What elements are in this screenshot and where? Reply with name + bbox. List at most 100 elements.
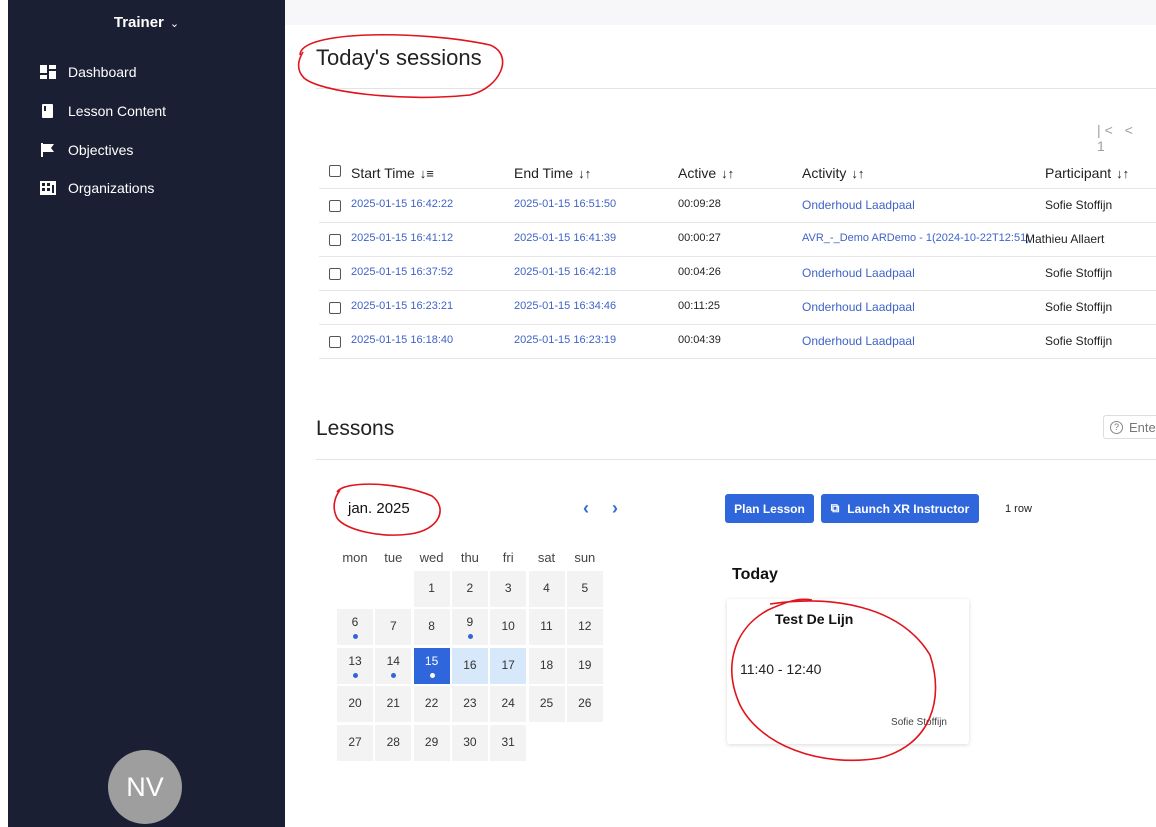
sidebar-item-objectives[interactable]: Objectives: [40, 139, 133, 161]
column-header-active[interactable]: Active ↓↑: [678, 165, 734, 181]
calendar-day[interactable]: 20: [337, 686, 373, 723]
pagination[interactable]: |< < 1: [1097, 122, 1156, 154]
row-checkbox[interactable]: [329, 302, 341, 314]
calendar-day[interactable]: 27: [337, 724, 373, 761]
calendar-day-number: 19: [578, 657, 592, 672]
building-icon: [40, 181, 56, 195]
calendar-day[interactable]: 2: [451, 571, 488, 607]
lesson-card[interactable]: Test De Lijn 11:40 - 12:40 Sofie Stoffij…: [727, 599, 969, 744]
calendar-day[interactable]: 11: [528, 609, 565, 646]
calendar-day[interactable]: 15: [413, 647, 450, 684]
sidebar-item-label: Organizations: [68, 180, 155, 196]
activity-link[interactable]: Onderhoud Laadpaal: [802, 334, 915, 348]
calendar-day-number: 22: [424, 696, 439, 711]
calendar-day[interactable]: 28: [375, 724, 412, 761]
table-row[interactable]: 2025-01-15 16:37:52 2025-01-15 16:42:18 …: [319, 257, 1156, 291]
calendar-day[interactable]: 19: [566, 647, 603, 684]
sort-icon: ↓↑: [851, 165, 865, 181]
activity-link[interactable]: Onderhoud Laadpaal: [802, 198, 915, 212]
column-header-end-time[interactable]: End Time ↓↑: [514, 165, 591, 181]
participant-name: Mathieu Allaert: [1025, 232, 1105, 246]
avatar[interactable]: NV: [108, 750, 182, 824]
plan-lesson-button[interactable]: Plan Lesson: [725, 494, 814, 523]
calendar-day[interactable]: 14: [375, 647, 412, 684]
table-row[interactable]: 2025-01-15 16:18:40 2025-01-15 16:23:19 …: [319, 325, 1156, 359]
calendar-day[interactable]: 16: [451, 647, 488, 684]
column-header-participant[interactable]: Participant ↓↑: [1045, 165, 1129, 181]
calendar-day-number: 27: [348, 734, 362, 749]
row-checkbox[interactable]: [329, 234, 341, 246]
table-row[interactable]: 2025-01-15 16:23:21 2025-01-15 16:34:46 …: [319, 291, 1156, 325]
select-all-checkbox[interactable]: [329, 165, 341, 177]
active-duration: 00:11:25: [678, 300, 721, 312]
table-row[interactable]: 2025-01-15 16:41:12 2025-01-15 16:41:39 …: [319, 223, 1156, 257]
calendar-day[interactable]: 13: [337, 647, 373, 684]
weekday-label: sat: [537, 550, 556, 565]
calendar-day[interactable]: 18: [528, 647, 565, 684]
calendar-day[interactable]: 26: [566, 686, 603, 723]
calendar-day[interactable]: 23: [451, 686, 488, 723]
calendar-day[interactable]: 21: [375, 686, 412, 723]
sidebar-item-organizations[interactable]: Organizations: [40, 177, 154, 199]
help-search-field[interactable]: ? Ente: [1103, 415, 1156, 439]
calendar-day[interactable]: 1: [413, 571, 450, 607]
weekday-label: wed: [419, 550, 444, 565]
divider: [316, 88, 1156, 89]
calendar-day[interactable]: 10: [490, 609, 527, 646]
calendar-day[interactable]: 29: [413, 724, 450, 761]
flag-icon: [40, 143, 56, 157]
calendar-next-button[interactable]: ›: [612, 498, 618, 519]
calendar-day[interactable]: 25: [528, 686, 565, 723]
start-time-link[interactable]: 2025-01-15 16:18:40: [351, 334, 453, 346]
calendar-day[interactable]: 5: [566, 571, 603, 607]
sidebar-item-lesson-content[interactable]: Lesson Content: [40, 100, 166, 122]
end-time-link[interactable]: 2025-01-15 16:51:50: [514, 198, 616, 210]
chevron-down-icon: ⌄: [169, 18, 180, 30]
event-indicator-dot: [467, 634, 473, 640]
sidebar-item-dashboard[interactable]: Dashboard: [40, 61, 137, 83]
calendar-day[interactable]: 7: [375, 609, 412, 646]
calendar-day[interactable]: 4: [528, 571, 565, 607]
column-header-activity[interactable]: Activity ↓↑: [802, 165, 864, 181]
calendar-day[interactable]: 6: [337, 609, 373, 646]
sessions-title: Today's sessions: [316, 45, 482, 70]
calendar-day[interactable]: 12: [566, 609, 603, 646]
sort-icon: ↓↑: [578, 165, 592, 181]
calendar-day[interactable]: 24: [490, 686, 527, 723]
start-time-link[interactable]: 2025-01-15 16:41:12: [351, 232, 453, 244]
column-header-start-time[interactable]: Start Time ↓≡: [351, 165, 434, 181]
column-label: Activity: [802, 165, 847, 181]
calendar-day[interactable]: 22: [413, 686, 450, 723]
role-switcher[interactable]: Trainer ⌄: [8, 14, 285, 31]
calendar-day[interactable]: 31: [490, 724, 527, 761]
start-time-link[interactable]: 2025-01-15 16:37:52: [351, 266, 453, 278]
calendar-day[interactable]: 9: [451, 609, 488, 646]
end-time-link[interactable]: 2025-01-15 16:23:19: [514, 334, 616, 346]
row-checkbox[interactable]: [329, 200, 341, 212]
calendar-prev-button[interactable]: ‹: [583, 498, 589, 519]
activity-link[interactable]: Onderhoud Laadpaal: [802, 300, 915, 314]
end-time-link[interactable]: 2025-01-15 16:41:39: [514, 232, 616, 244]
participant-name: Sofie Stoffijn: [1045, 300, 1113, 314]
end-time-link[interactable]: 2025-01-15 16:34:46: [514, 300, 616, 312]
main-content: Today's sessions |< < 1 Start Time ↓≡ End…: [285, 25, 1156, 827]
select-all-header: [329, 165, 341, 177]
calendar-day[interactable]: 17: [490, 647, 527, 684]
row-checkbox[interactable]: [329, 268, 341, 280]
row-checkbox[interactable]: [329, 336, 341, 348]
calendar-day[interactable]: 3: [490, 571, 527, 607]
sidebar-item-label: Objectives: [68, 142, 134, 158]
calendar-day-number: 30: [463, 734, 477, 749]
calendar-day[interactable]: 30: [451, 724, 488, 761]
top-bar: [285, 0, 1156, 25]
launch-xr-instructor-button[interactable]: ⧉ Launch XR Instructor: [821, 494, 979, 523]
external-link-icon: ⧉: [830, 501, 840, 515]
start-time-link[interactable]: 2025-01-15 16:23:21: [351, 300, 453, 312]
activity-link[interactable]: Onderhoud Laadpaal: [802, 266, 915, 280]
start-time-link[interactable]: 2025-01-15 16:42:22: [351, 198, 453, 210]
table-row[interactable]: 2025-01-15 16:42:22 2025-01-15 16:51:50 …: [319, 189, 1156, 223]
calendar-day[interactable]: 8: [413, 609, 450, 646]
activity-link[interactable]: AVR_-_Demo ARDemo - 1(2024-10-22T12:51): [802, 232, 1030, 244]
end-time-link[interactable]: 2025-01-15 16:42:18: [514, 266, 616, 278]
participant-name: Sofie Stoffijn: [1045, 198, 1113, 212]
